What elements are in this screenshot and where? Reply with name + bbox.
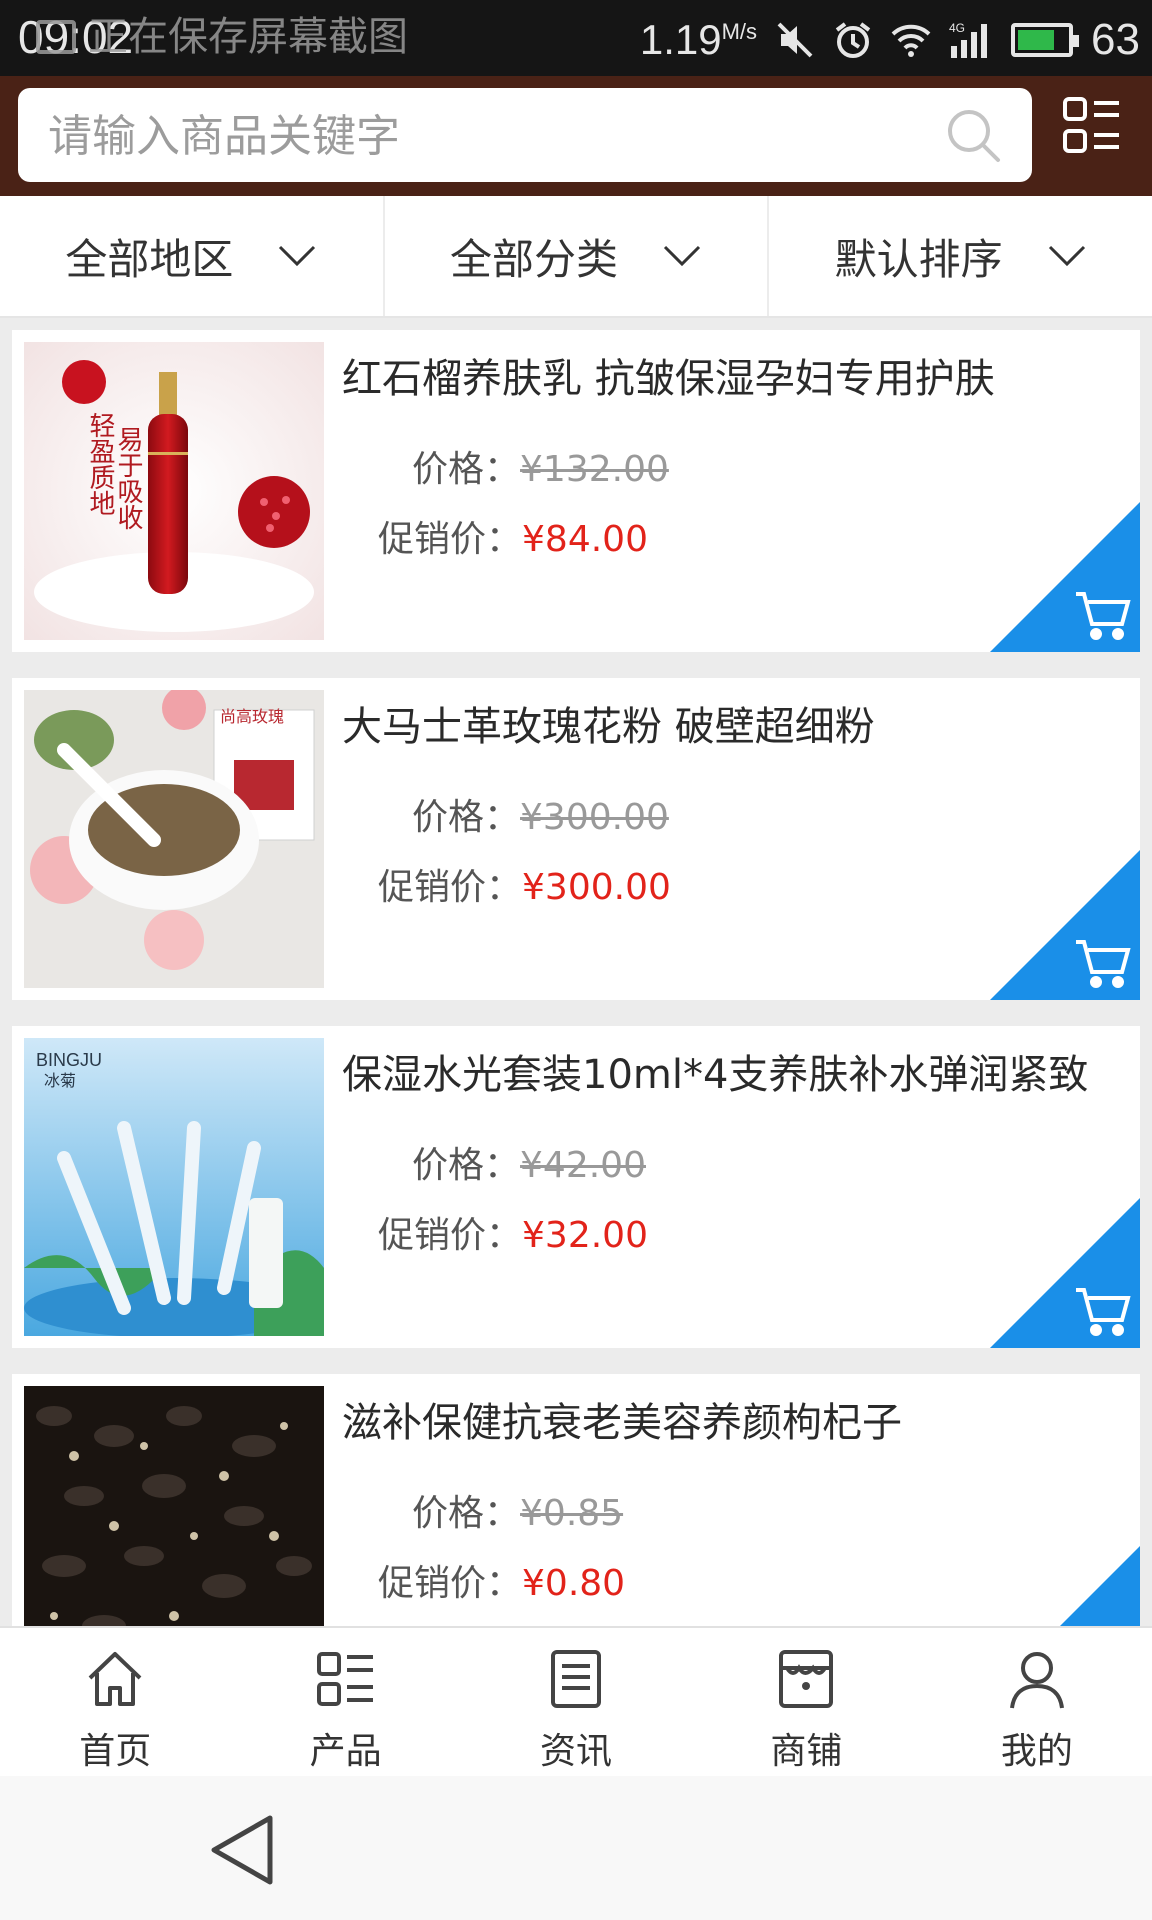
original-price-row: 价格：¥0.85: [412, 1493, 624, 1534]
promo-price-row: 促销价：¥300.00: [378, 867, 671, 908]
original-price: ¥42.00: [520, 1145, 646, 1186]
promo-price: ¥84.00: [522, 519, 648, 560]
network-speed: 1.19M/s: [639, 16, 758, 63]
promo-price-row: 促销价：¥84.00: [378, 519, 648, 560]
promo-price: ¥32.00: [522, 1215, 648, 1256]
product-card[interactable]: 尚高玫瑰 大马士革玫瑰花粉 破壁超细粉 价格：¥300.00 促销价：¥300.…: [12, 678, 1140, 1000]
filter-label: 全部分类: [450, 234, 619, 284]
nav-label: 首页: [79, 1731, 152, 1772]
news-icon: [551, 1650, 602, 1708]
original-price-row: 价格：¥132.00: [412, 449, 669, 490]
product-grid-icon: [316, 1652, 373, 1706]
search-box[interactable]: [18, 88, 1032, 182]
promo-price-row: 促销价：¥0.80: [378, 1563, 626, 1604]
back-icon[interactable]: [206, 1812, 276, 1888]
filter-region[interactable]: 全部地区: [0, 196, 385, 316]
product-card[interactable]: BINGJU 冰菊 保湿水光套装10ml*4支养肤补水弹润紧致 价格：¥42.0…: [12, 1026, 1140, 1348]
status-icons: 1.19M/s 4G 63: [640, 12, 1140, 68]
notification-text: 正在保存屏幕截图: [88, 14, 408, 60]
original-price: ¥132.00: [520, 449, 669, 490]
wifi-icon: [891, 24, 931, 57]
original-price: ¥0.85: [520, 1493, 624, 1534]
chevron-down-icon: [1048, 245, 1085, 267]
original-price-row: 价格：¥42.00: [412, 1145, 646, 1186]
user-icon: [1009, 1652, 1064, 1709]
product-image[interactable]: [24, 1386, 324, 1626]
bottom-nav: 首页 产品 资讯 商铺 我的: [0, 1626, 1152, 1776]
product-title[interactable]: 红石榴养肤乳 抗皱保湿孕妇专用护肤: [342, 346, 995, 404]
battery-icon: [1011, 23, 1080, 57]
product-card[interactable]: 滋补保健抗衰老美容养颜枸杞子 价格：¥0.85 促销价：¥0.80: [12, 1374, 1140, 1626]
screenshot-notification: 正在保存屏幕截图: [36, 4, 408, 62]
image-icon: [36, 20, 76, 54]
nav-news[interactable]: 资讯: [461, 1628, 691, 1776]
status-bar: 09:02 正在保存屏幕截图 1.19M/s 4G 63: [0, 0, 1152, 76]
chevron-down-icon: [663, 245, 701, 267]
search-input[interactable]: [48, 106, 908, 166]
add-to-cart-button[interactable]: [990, 850, 1140, 1000]
image-text: 轻盈质地: [85, 412, 115, 516]
filter-label: 全部地区: [65, 234, 234, 284]
product-image[interactable]: 尚高玫瑰: [24, 690, 324, 988]
product-image[interactable]: BINGJU 冰菊: [24, 1038, 324, 1336]
product-title[interactable]: 大马士革玫瑰花粉 破壁超细粉: [342, 694, 875, 752]
battery-level: 63: [1091, 15, 1140, 64]
product-title[interactable]: 滋补保健抗衰老美容养颜枸杞子: [342, 1390, 902, 1448]
nav-label: 我的: [1000, 1731, 1073, 1772]
product-card[interactable]: 轻盈质地 易于吸收 红石榴养肤乳 抗皱保湿孕妇专用护肤 价格：¥132.00 促…: [12, 330, 1140, 652]
product-title[interactable]: 保湿水光套装10ml*4支养肤补水弹润紧致: [342, 1042, 1088, 1100]
nav-label: 产品: [309, 1731, 382, 1772]
add-to-cart-button[interactable]: [990, 502, 1140, 652]
shop-icon: [779, 1650, 834, 1708]
original-price-row: 价格：¥300.00: [412, 797, 669, 838]
product-image[interactable]: 轻盈质地 易于吸收: [24, 342, 324, 640]
filter-sort[interactable]: 默认排序: [769, 196, 1152, 316]
promo-price-row: 促销价：¥32.00: [378, 1215, 648, 1256]
filter-bar: 全部地区 全部分类 默认排序: [0, 196, 1152, 318]
original-price: ¥300.00: [520, 797, 669, 838]
network-type: 4G: [949, 21, 965, 35]
image-text: 易于吸收: [113, 426, 143, 530]
add-to-cart-button[interactable]: [990, 1546, 1140, 1626]
nav-label: 资讯: [540, 1731, 613, 1772]
nav-home[interactable]: 首页: [0, 1628, 230, 1776]
chevron-down-icon: [279, 245, 316, 267]
image-text: 尚高玫瑰: [220, 707, 284, 726]
signal-icon: 4G: [949, 21, 988, 58]
home-icon: [88, 1652, 142, 1706]
nav-products[interactable]: 产品: [230, 1628, 460, 1776]
search-header: [0, 76, 1152, 196]
search-icon[interactable]: [944, 106, 1002, 164]
image-text: 冰菊: [44, 1071, 76, 1090]
nav-label: 商铺: [770, 1731, 843, 1772]
category-menu-icon[interactable]: [1062, 96, 1122, 156]
system-nav-bar: [0, 1776, 1152, 1920]
filter-category[interactable]: 全部分类: [385, 196, 770, 316]
filter-label: 默认排序: [834, 234, 1003, 284]
product-list: 轻盈质地 易于吸收 红石榴养肤乳 抗皱保湿孕妇专用护肤 价格：¥132.00 促…: [0, 318, 1152, 1626]
image-text: BINGJU: [36, 1050, 102, 1070]
promo-price: ¥0.80: [522, 1563, 626, 1604]
promo-price: ¥300.00: [522, 867, 671, 908]
alarm-icon: [835, 22, 871, 58]
nav-profile[interactable]: 我的: [922, 1628, 1152, 1776]
add-to-cart-button[interactable]: [990, 1198, 1140, 1348]
nav-shop[interactable]: 商铺: [691, 1628, 921, 1776]
mute-icon: [777, 22, 813, 58]
